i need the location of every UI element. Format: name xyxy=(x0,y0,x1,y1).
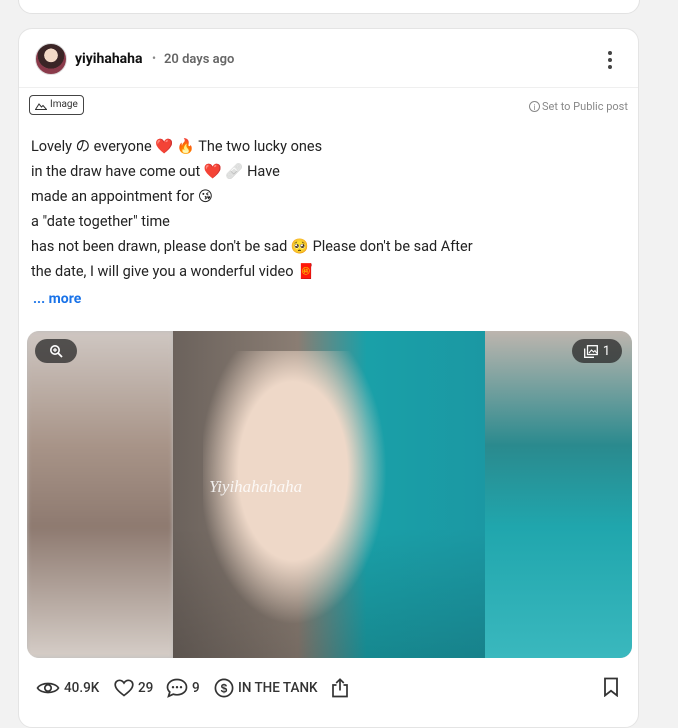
post-text-line: in the draw have come out ❤️ 🩹 Have xyxy=(31,163,280,180)
blurred-background-left xyxy=(27,331,173,658)
post-media[interactable]: Yiyihahahaha 1 xyxy=(27,331,632,658)
post-time: 20 days ago xyxy=(164,52,235,67)
zoom-button[interactable] xyxy=(35,339,77,363)
info-icon: i xyxy=(529,101,540,112)
comment-icon xyxy=(166,678,188,698)
magnifier-zoom-icon xyxy=(50,345,63,358)
show-more-link[interactable]: ... more xyxy=(33,291,81,307)
bookmark-button[interactable] xyxy=(603,677,619,701)
set-public-label: Set to Public post xyxy=(542,100,628,113)
share-button[interactable] xyxy=(331,677,349,699)
share-icon xyxy=(332,678,348,698)
comment-button[interactable]: 9 xyxy=(166,677,200,699)
post-text-line: made an appointment for 😘 xyxy=(31,188,213,205)
comments-count: 9 xyxy=(192,680,200,696)
image-type-badge: Image xyxy=(29,95,84,115)
more-vertical-icon xyxy=(608,51,612,55)
post-text-line: Lovely の everyone ❤️ 🔥 The two lucky one… xyxy=(31,138,323,155)
eye-icon xyxy=(36,682,60,694)
heart-icon xyxy=(114,679,134,697)
avatar[interactable] xyxy=(35,43,67,75)
photo-subject xyxy=(203,351,403,651)
image-badge-label: Image xyxy=(50,99,78,110)
more-options-button[interactable] xyxy=(601,49,619,71)
gallery-icon xyxy=(583,344,598,358)
post-header: yiyihahaha • 20 days ago xyxy=(19,29,638,88)
tip-label: IN THE TANK xyxy=(238,680,318,696)
post-photo[interactable]: Yiyihahahaha xyxy=(173,331,485,658)
image-count-button[interactable]: 1 xyxy=(572,339,622,363)
post-text: Lovely の everyone ❤️ 🔥 The two lucky one… xyxy=(31,134,511,284)
username[interactable]: yiyihahaha xyxy=(75,51,143,67)
image-count: 1 xyxy=(602,343,611,359)
separator-dot: • xyxy=(152,51,157,65)
post-text-line: a "date together" time xyxy=(31,213,170,230)
views-count: 40.9K xyxy=(64,680,100,696)
blurred-background-right xyxy=(485,331,632,658)
bookmark-icon xyxy=(604,677,618,698)
svg-text:$: $ xyxy=(221,681,228,695)
photo-watermark: Yiyihahahaha xyxy=(209,477,303,496)
dollar-circle-icon: $ xyxy=(214,678,234,698)
tip-button[interactable]: $ IN THE TANK xyxy=(214,677,318,699)
set-public-link[interactable]: i Set to Public post xyxy=(529,100,628,113)
previous-post-card xyxy=(18,0,640,14)
post-footer: 40.9K 29 9 $ IN THE TANK xyxy=(19,677,638,707)
post-text-line: the date, I will give you a wonderful vi… xyxy=(31,263,316,280)
post-card: yiyihahaha • 20 days ago Image i Set to … xyxy=(18,28,639,728)
likes-count: 29 xyxy=(138,680,154,696)
image-mountain-icon xyxy=(35,102,47,110)
like-button[interactable]: 29 xyxy=(114,677,153,699)
views-stat: 40.9K xyxy=(36,677,99,699)
post-text-line: has not been drawn, please don't be sad … xyxy=(31,238,473,255)
